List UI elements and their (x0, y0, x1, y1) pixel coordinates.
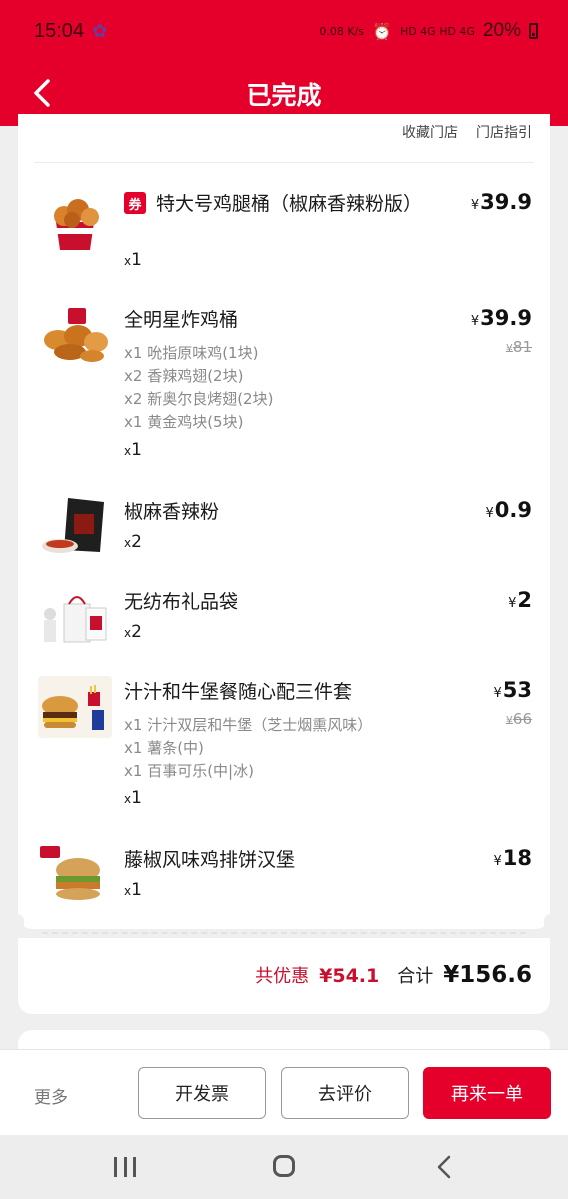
alarm-icon: ⏰ (372, 21, 392, 41)
ticket-notch (544, 914, 558, 934)
status-indicators: 0.08 K/s ⏰ HD 4G HD 4G 20% (319, 20, 538, 42)
item-sub-list: x1 吮指原味鸡(1块) x2 香辣鸡翅(2块) x2 新奥尔良烤翅(2块) x… (124, 342, 273, 434)
total-label: 合计 (397, 966, 434, 987)
bottom-action-bar: 更多 开发票 去评价 再来一单 (0, 1049, 568, 1135)
ticket-notch (10, 914, 24, 934)
store-links: 收藏门店 门店指引 (402, 122, 532, 142)
sub-item: x1 吮指原味鸡(1块) (124, 344, 259, 362)
item-name-row: 无纺布礼品袋 (124, 588, 238, 616)
status-bar: 15:04 ✿ 0.08 K/s ⏰ HD 4G HD 4G 20% (0, 0, 568, 62)
item-price: ¥2 (508, 588, 532, 612)
battery-icon (529, 23, 538, 39)
item-original-price: ¥66 (505, 710, 532, 728)
item-price: ¥53 (493, 678, 532, 702)
total-row: 共优惠 ¥54.1 合计 ¥156.6 (255, 962, 532, 988)
order-items-card: 收藏门店 门店指引 券 特大号鸡腿桶（椒麻香辣粉版） ¥39.9 x1 全明星炸… (18, 114, 550, 929)
back-icon[interactable] (436, 1155, 452, 1179)
network-speed: 0.08 K/s (319, 24, 365, 38)
discount-label: 共优惠 (255, 966, 310, 987)
item-original-price: ¥81 (505, 338, 532, 356)
divider (34, 162, 534, 163)
recent-apps-icon[interactable] (114, 1157, 136, 1177)
chicken-burger-icon (38, 844, 112, 906)
sub-item: x2 新奥尔良烤翅(2块) (124, 390, 274, 408)
item-name-row: 全明星炸鸡桶 (124, 306, 238, 334)
order-total-card: 共优惠 ¥54.1 合计 ¥156.6 (18, 932, 550, 1014)
status-time: 15:04 (34, 19, 85, 42)
item-qty: x1 (124, 250, 142, 270)
item-name: 特大号鸡腿桶（椒麻香辣粉版） (156, 193, 423, 215)
item-price: ¥18 (493, 846, 532, 870)
network-status: HD 4G HD 4G (399, 24, 475, 38)
item-name: 全明星炸鸡桶 (124, 309, 239, 331)
gift-bag-icon (38, 586, 112, 648)
item-qty: x2 (124, 532, 142, 552)
battery-percent: 20% (482, 20, 521, 41)
item-price: ¥39.9 (470, 190, 532, 214)
item-name: 藤椒风味鸡排饼汉堡 (124, 849, 296, 871)
item-name: 椒麻香辣粉 (124, 501, 220, 523)
back-arrow-icon[interactable] (30, 78, 54, 108)
item-name: 无纺布礼品袋 (124, 591, 239, 613)
sub-item: x1 百事可乐(中|冰) (124, 762, 254, 780)
item-name-row: 汁汁和牛堡餐随心配三件套 (124, 678, 352, 706)
sub-item: x1 薯条(中) (124, 739, 204, 757)
discount-value: ¥54.1 (319, 965, 380, 987)
sub-item: x1 黄金鸡块(5块) (124, 413, 244, 431)
home-icon[interactable] (273, 1155, 295, 1177)
item-qty: x1 (124, 788, 142, 808)
page-title: 已完成 (246, 81, 322, 110)
coupon-badge: 券 (124, 192, 146, 214)
dashed-separator (42, 932, 526, 934)
item-sub-list: x1 汁汁双层和牛堡（芝士烟熏风味） x1 薯条(中) x1 百事可乐(中|冰) (124, 714, 372, 783)
app-notification-icon: ✿ (92, 20, 108, 42)
review-button[interactable]: 去评价 (281, 1067, 409, 1119)
item-name-row: 藤椒风味鸡排饼汉堡 (124, 846, 295, 874)
fried-chicken-icon (38, 304, 112, 366)
favorite-store-link[interactable]: 收藏门店 (402, 122, 458, 142)
sub-item: x1 汁汁双层和牛堡（芝士烟熏风味） (124, 716, 373, 734)
burger-combo-icon (38, 676, 112, 738)
sub-item: x2 香辣鸡翅(2块) (124, 367, 244, 385)
invoice-button[interactable]: 开发票 (138, 1067, 266, 1119)
chicken-bucket-icon (38, 192, 112, 254)
item-price: ¥39.9 (470, 306, 532, 330)
item-qty: x1 (124, 880, 142, 900)
total-value: ¥156.6 (443, 962, 532, 988)
item-price: ¥0.9 (485, 498, 532, 522)
item-name-row: 券 特大号鸡腿桶（椒麻香辣粉版） (124, 190, 464, 218)
store-guide-link[interactable]: 门店指引 (476, 122, 532, 142)
item-qty: x2 (124, 622, 142, 642)
item-qty: x1 (124, 440, 142, 460)
item-name-row: 椒麻香辣粉 (124, 498, 219, 526)
system-nav-bar (0, 1135, 568, 1199)
seasoning-packet-icon (38, 496, 112, 558)
more-button[interactable]: 更多 (34, 1083, 68, 1108)
item-name: 汁汁和牛堡餐随心配三件套 (124, 681, 353, 703)
reorder-button[interactable]: 再来一单 (423, 1067, 551, 1119)
